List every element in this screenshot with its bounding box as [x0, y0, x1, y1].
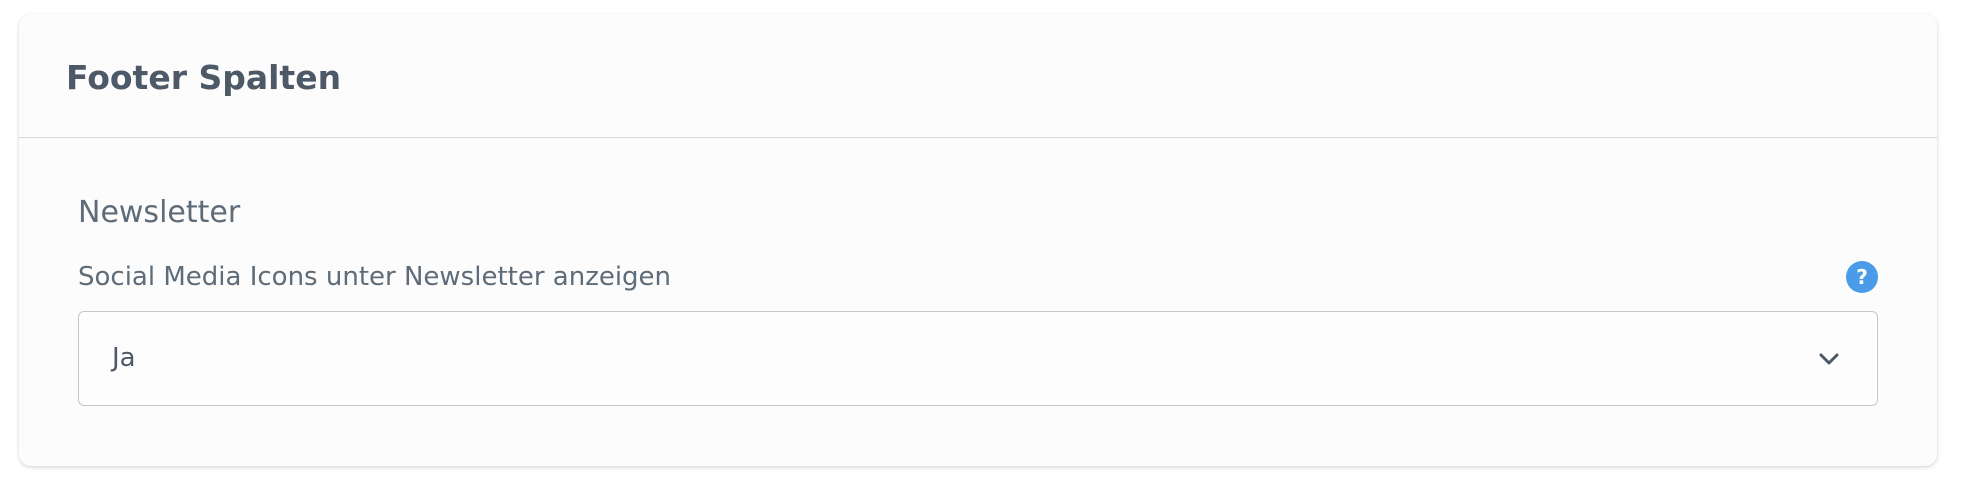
help-icon-glyph: ?	[1856, 265, 1868, 289]
card-title: Footer Spalten	[66, 58, 342, 97]
social-media-icons-select[interactable]: Ja	[78, 311, 1878, 406]
settings-card: Footer Spalten Newsletter Social Media I…	[19, 14, 1937, 466]
social-media-icons-label: Social Media Icons unter Newsletter anze…	[78, 262, 672, 292]
chevron-down-icon	[1819, 353, 1839, 365]
card-header: Footer Spalten	[19, 14, 1937, 138]
select-value: Ja	[112, 343, 136, 373]
help-icon[interactable]: ?	[1846, 261, 1878, 293]
section-title-newsletter: Newsletter	[78, 195, 241, 230]
